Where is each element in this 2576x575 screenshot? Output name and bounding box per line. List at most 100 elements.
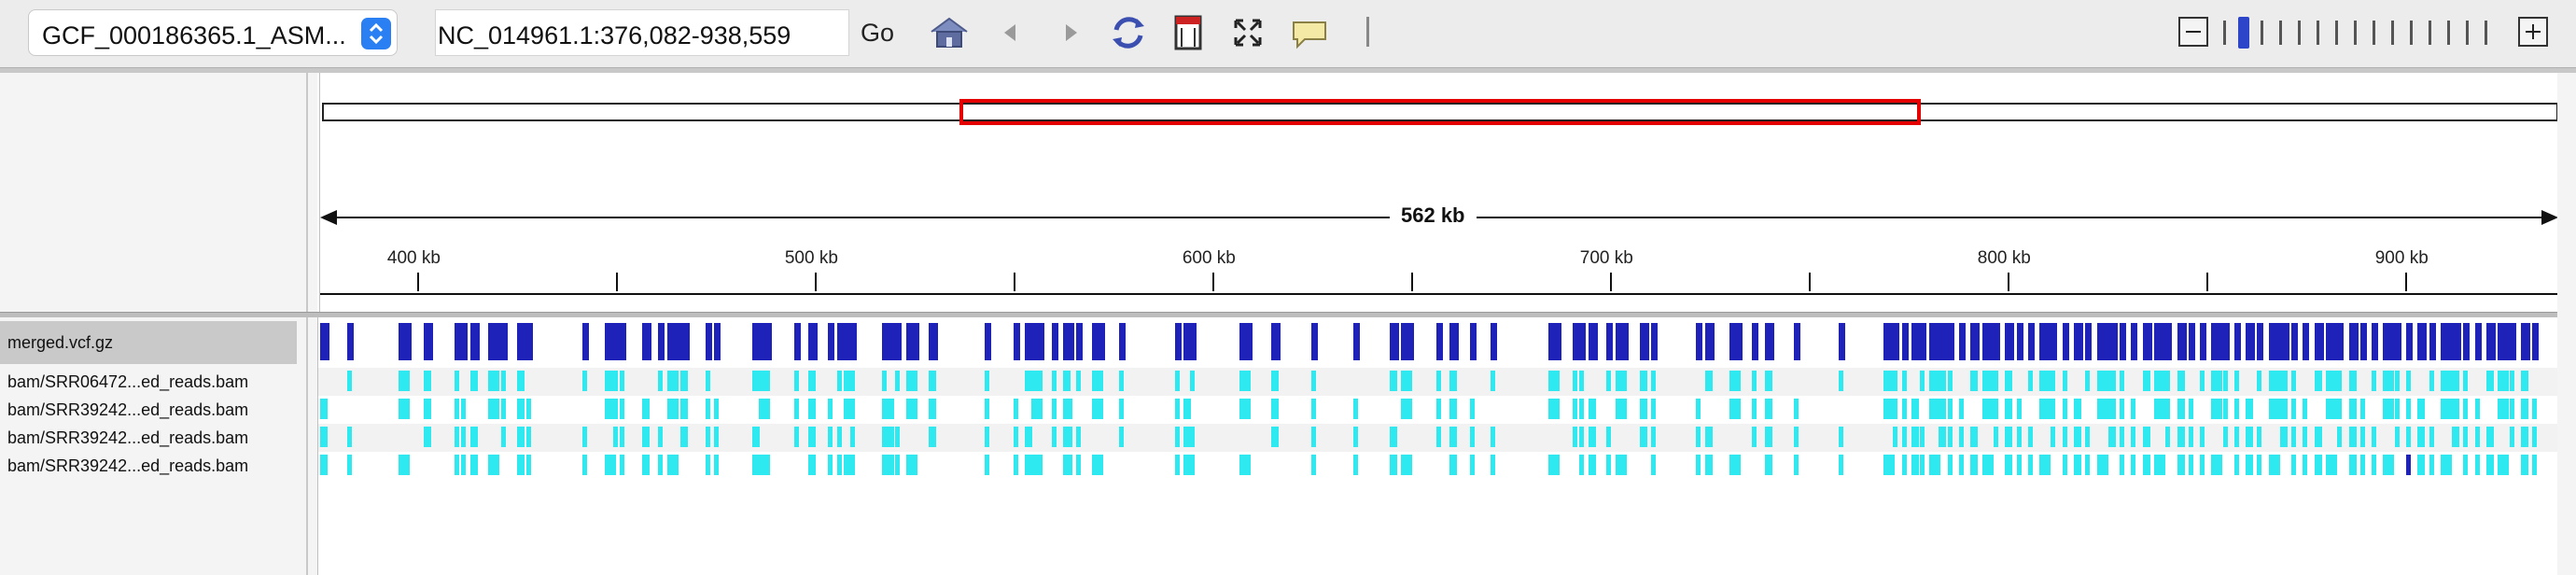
genotype-mark[interactable] xyxy=(1765,399,1773,419)
variant-mark[interactable] xyxy=(2532,323,2540,360)
genotype-mark[interactable] xyxy=(1190,371,1196,391)
bam-track-4[interactable] xyxy=(318,452,2558,480)
genotype-mark[interactable] xyxy=(2326,455,2338,475)
genotype-mark[interactable] xyxy=(2005,399,2013,419)
genotype-mark[interactable] xyxy=(1389,427,1397,447)
genotype-mark[interactable] xyxy=(2165,399,2171,419)
variant-mark[interactable] xyxy=(1588,323,1598,360)
genotype-mark[interactable] xyxy=(2211,455,2223,475)
genotype-mark[interactable] xyxy=(2062,427,2067,447)
genotype-mark[interactable] xyxy=(1051,427,1057,447)
genotype-mark[interactable] xyxy=(1751,427,1757,447)
variant-mark[interactable] xyxy=(1190,323,1197,360)
genotype-mark[interactable] xyxy=(2062,455,2067,475)
genotype-mark[interactable] xyxy=(850,427,856,447)
genotype-mark[interactable] xyxy=(2280,371,2288,391)
genotype-mark[interactable] xyxy=(666,399,679,419)
genotype-mark[interactable] xyxy=(1901,455,1907,475)
genotype-mark[interactable] xyxy=(2107,399,2116,419)
genotype-mark[interactable] xyxy=(2119,427,2124,447)
zoom-tick[interactable] xyxy=(2317,21,2319,45)
variant-mark[interactable] xyxy=(895,323,903,360)
genotype-mark[interactable] xyxy=(1640,371,1648,391)
genotype-mark[interactable] xyxy=(525,455,531,475)
variant-mark[interactable] xyxy=(759,323,772,360)
track-name-bam-2[interactable]: bam/SRR39242...ed_reads.bam xyxy=(0,396,297,424)
genotype-mark[interactable] xyxy=(1994,371,1999,391)
variant-mark[interactable] xyxy=(1389,323,1399,360)
genotype-mark[interactable] xyxy=(1436,399,1441,419)
genotype-mark[interactable] xyxy=(1449,455,1458,475)
genotype-mark[interactable] xyxy=(1400,371,1412,391)
genotype-mark[interactable] xyxy=(642,399,651,419)
genotype-mark[interactable] xyxy=(1051,399,1057,419)
genotype-mark[interactable] xyxy=(895,455,901,475)
genotype-mark[interactable] xyxy=(2485,427,2494,447)
variant-mark[interactable] xyxy=(2062,323,2069,360)
genotype-mark[interactable] xyxy=(895,371,901,391)
track-name-bam-1[interactable]: bam/SRR06472...ed_reads.bam xyxy=(0,368,297,396)
variant-mark[interactable] xyxy=(2051,323,2058,360)
genotype-mark[interactable] xyxy=(2314,455,2322,475)
variant-mark[interactable] xyxy=(1794,323,1801,360)
genotype-mark[interactable] xyxy=(1031,455,1043,475)
genotype-mark[interactable] xyxy=(714,455,720,475)
genotype-mark[interactable] xyxy=(2348,427,2357,447)
genotype-mark[interactable] xyxy=(2142,455,2150,475)
genotype-mark[interactable] xyxy=(1911,427,1919,447)
genotype-mark[interactable] xyxy=(2085,427,2091,447)
track-name-bam-4[interactable]: bam/SRR39242...ed_reads.bam xyxy=(0,452,297,480)
genotype-mark[interactable] xyxy=(1239,455,1252,475)
genotype-mark[interactable] xyxy=(794,427,800,447)
genotype-mark[interactable] xyxy=(488,455,500,475)
genotype-mark[interactable] xyxy=(666,455,679,475)
genotype-mark[interactable] xyxy=(1051,371,1057,391)
genotype-mark[interactable] xyxy=(1190,427,1196,447)
genotype-mark[interactable] xyxy=(1400,455,1412,475)
variant-mark[interactable] xyxy=(1970,323,1981,360)
genotype-mark[interactable] xyxy=(1981,455,1994,475)
genotype-mark[interactable] xyxy=(2131,455,2136,475)
variant-mark[interactable] xyxy=(2314,323,2324,360)
genotype-mark[interactable] xyxy=(1025,427,1033,447)
bam-track-2[interactable] xyxy=(318,396,2558,424)
genotype-mark[interactable] xyxy=(2394,427,2400,447)
genotype-mark[interactable] xyxy=(1062,371,1071,391)
genotype-mark[interactable] xyxy=(2280,399,2288,419)
zoom-tick[interactable] xyxy=(2485,21,2487,45)
variant-mark[interactable] xyxy=(2107,323,2118,360)
zoom-tick[interactable] xyxy=(2466,21,2469,45)
genotype-mark[interactable] xyxy=(1310,399,1316,419)
vcf-track[interactable] xyxy=(318,321,2558,364)
genotype-mark[interactable] xyxy=(2074,455,2082,475)
genotype-mark[interactable] xyxy=(2314,371,2322,391)
genotype-mark[interactable] xyxy=(2016,455,2022,475)
genotype-mark[interactable] xyxy=(2131,399,2136,419)
variant-mark[interactable] xyxy=(1031,323,1045,360)
genotype-mark[interactable] xyxy=(2337,427,2343,447)
genotype-mark[interactable] xyxy=(836,455,842,475)
genotype-mark[interactable] xyxy=(2463,371,2469,391)
genotype-mark[interactable] xyxy=(1031,371,1043,391)
genotype-mark[interactable] xyxy=(2268,371,2280,391)
genotype-mark[interactable] xyxy=(2485,455,2494,475)
variant-mark[interactable] xyxy=(1901,323,1909,360)
variant-mark[interactable] xyxy=(1051,323,1058,360)
genotype-mark[interactable] xyxy=(469,371,478,391)
genotype-mark[interactable] xyxy=(461,455,467,475)
genotype-mark[interactable] xyxy=(828,455,833,475)
genotype-mark[interactable] xyxy=(680,427,689,447)
variant-mark[interactable] xyxy=(2452,323,2462,360)
genotype-mark[interactable] xyxy=(714,427,720,447)
genotype-mark[interactable] xyxy=(794,371,800,391)
genotype-mark[interactable] xyxy=(850,371,856,391)
genotype-mark[interactable] xyxy=(1014,455,1019,475)
genotype-mark[interactable] xyxy=(1014,427,1019,447)
variant-mark[interactable] xyxy=(525,323,533,360)
genotype-mark[interactable] xyxy=(2360,455,2366,475)
variant-mark[interactable] xyxy=(1573,323,1580,360)
bam-track-3[interactable] xyxy=(318,424,2558,452)
genotype-mark[interactable] xyxy=(929,399,937,419)
genotype-mark[interactable] xyxy=(1547,399,1560,419)
genotype-mark[interactable] xyxy=(2348,399,2357,419)
